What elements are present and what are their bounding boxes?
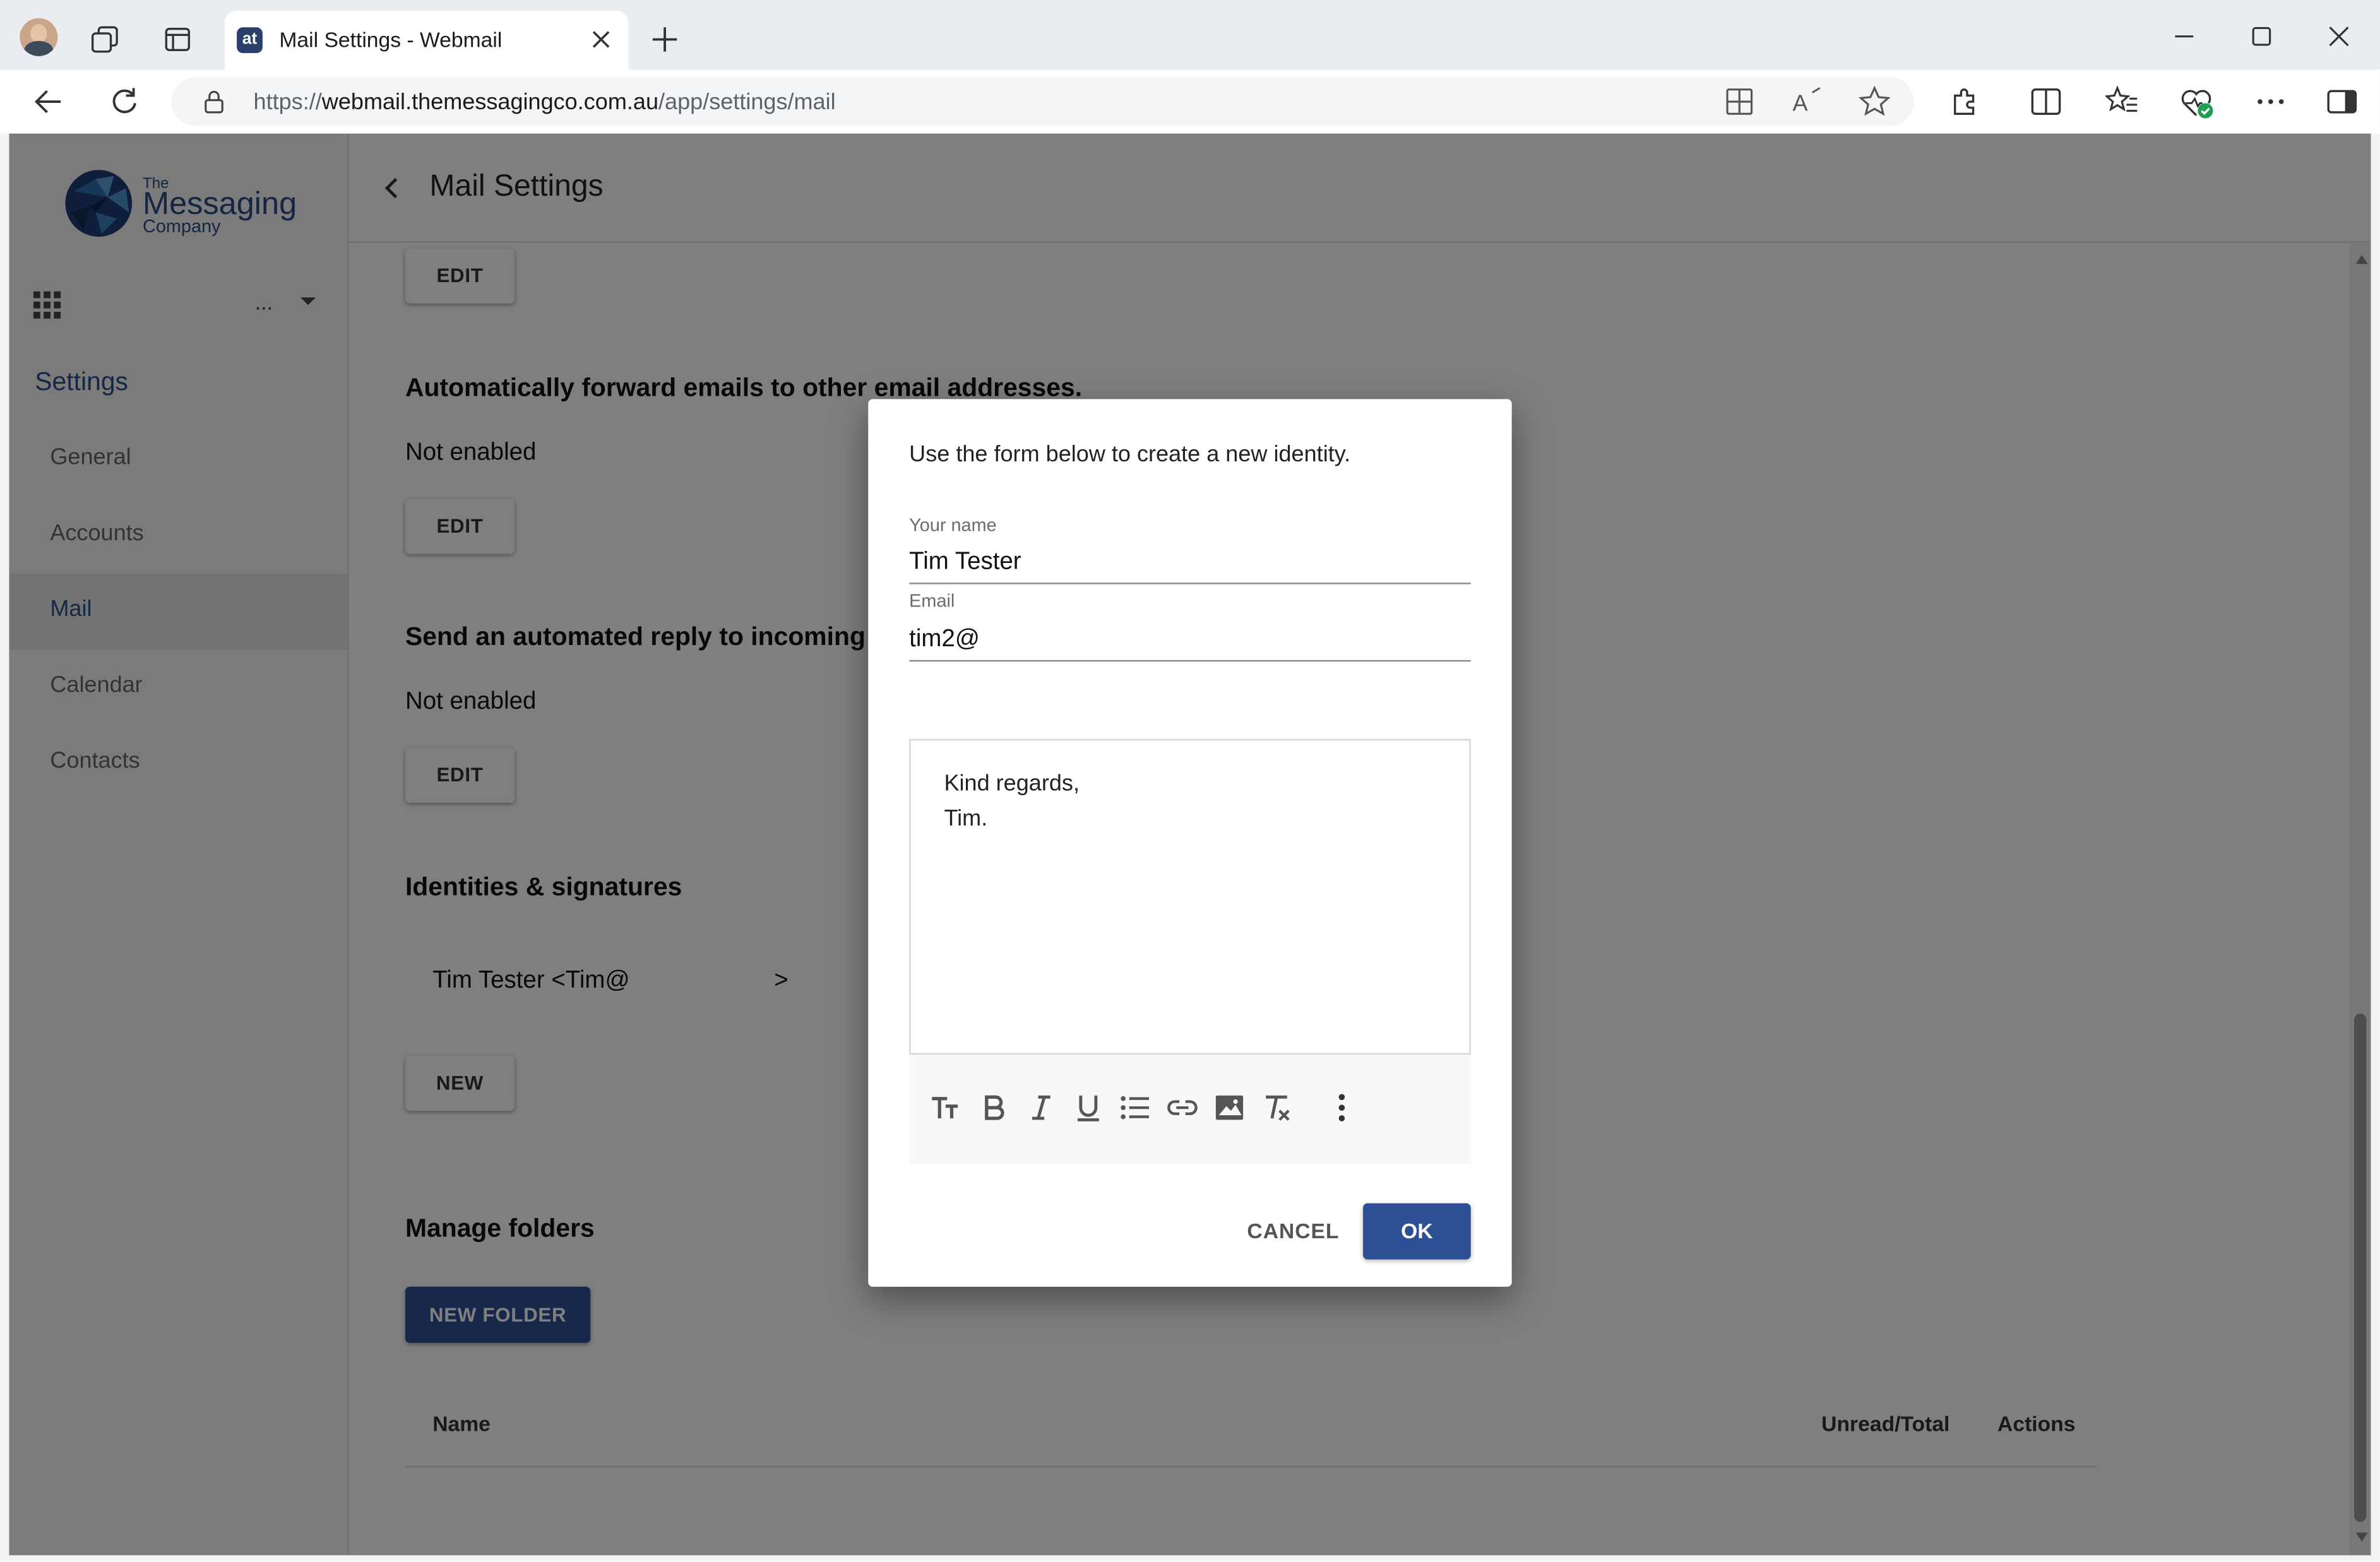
- image-icon[interactable]: [1213, 1091, 1246, 1125]
- split-screen-icon[interactable]: [2030, 85, 2063, 119]
- url-text[interactable]: https://webmail.themessagingco.com.au/ap…: [254, 90, 836, 115]
- lock-icon[interactable]: [203, 90, 225, 114]
- dialog-intro: Use the form below to create a new ident…: [909, 441, 1351, 468]
- browser-toolbar: https://webmail.themessagingco.com.au/ap…: [0, 69, 2380, 134]
- workspaces-icon[interactable]: [91, 26, 118, 53]
- tab-actions-icon[interactable]: [164, 26, 191, 53]
- clear-format-icon[interactable]: [1260, 1091, 1294, 1125]
- cancel-button[interactable]: CANCEL: [1239, 1204, 1348, 1258]
- profile-avatar[interactable]: [20, 18, 58, 56]
- svg-text:A: A: [1792, 90, 1807, 116]
- email-label: Email: [909, 590, 955, 612]
- name-label: Your name: [909, 514, 997, 536]
- signature-line: Tim.: [944, 805, 988, 832]
- link-icon[interactable]: [1166, 1091, 1199, 1125]
- bold-icon[interactable]: [977, 1091, 1011, 1125]
- email-field[interactable]: [909, 620, 1471, 662]
- window-close-icon[interactable]: [2325, 23, 2352, 50]
- signature-line: Kind regards,: [944, 771, 1080, 797]
- tab-favicon: at: [237, 27, 263, 54]
- back-arrow-icon[interactable]: [33, 86, 64, 117]
- screen: at Mail Settings - Webmail https://webma…: [0, 0, 2380, 1562]
- favorite-star-icon[interactable]: [1858, 85, 1891, 119]
- signature-editor[interactable]: Kind regards, Tim.: [909, 738, 1471, 1055]
- browser-essentials-icon[interactable]: [2180, 85, 2216, 122]
- italic-icon[interactable]: [1025, 1091, 1058, 1125]
- address-bar[interactable]: https://webmail.themessagingco.com.au/ap…: [171, 77, 1914, 126]
- extensions-icon[interactable]: [1948, 85, 1981, 119]
- more-options-icon[interactable]: [2254, 85, 2287, 119]
- ok-button[interactable]: OK: [1363, 1203, 1471, 1260]
- minimize-icon[interactable]: [2170, 23, 2198, 50]
- close-icon[interactable]: [589, 27, 613, 51]
- favorites-icon[interactable]: [2105, 85, 2139, 119]
- bullet-list-icon[interactable]: [1119, 1091, 1152, 1125]
- more-vertical-icon[interactable]: [1325, 1091, 1359, 1125]
- text-size-icon[interactable]: [931, 1091, 964, 1125]
- app-available-icon[interactable]: [1724, 86, 1754, 117]
- browser-tab-strip: at Mail Settings - Webmail: [0, 0, 2380, 70]
- tab-title: Mail Settings - Webmail: [279, 27, 503, 52]
- webmail-app: The Messaging Company ... Settings Gener…: [9, 133, 2371, 1556]
- browser-tab-active[interactable]: at Mail Settings - Webmail: [224, 10, 629, 70]
- read-aloud-icon[interactable]: A: [1791, 86, 1824, 117]
- editor-toolbar: [909, 1054, 1471, 1164]
- maximize-icon[interactable]: [2248, 23, 2275, 50]
- name-field[interactable]: [909, 543, 1471, 584]
- sidebar-toggle-icon[interactable]: [2325, 85, 2359, 119]
- new-identity-dialog: Use the form below to create a new ident…: [868, 399, 1512, 1287]
- new-tab-icon[interactable]: [651, 26, 678, 53]
- underline-icon[interactable]: [1071, 1091, 1105, 1125]
- refresh-icon[interactable]: [109, 86, 140, 117]
